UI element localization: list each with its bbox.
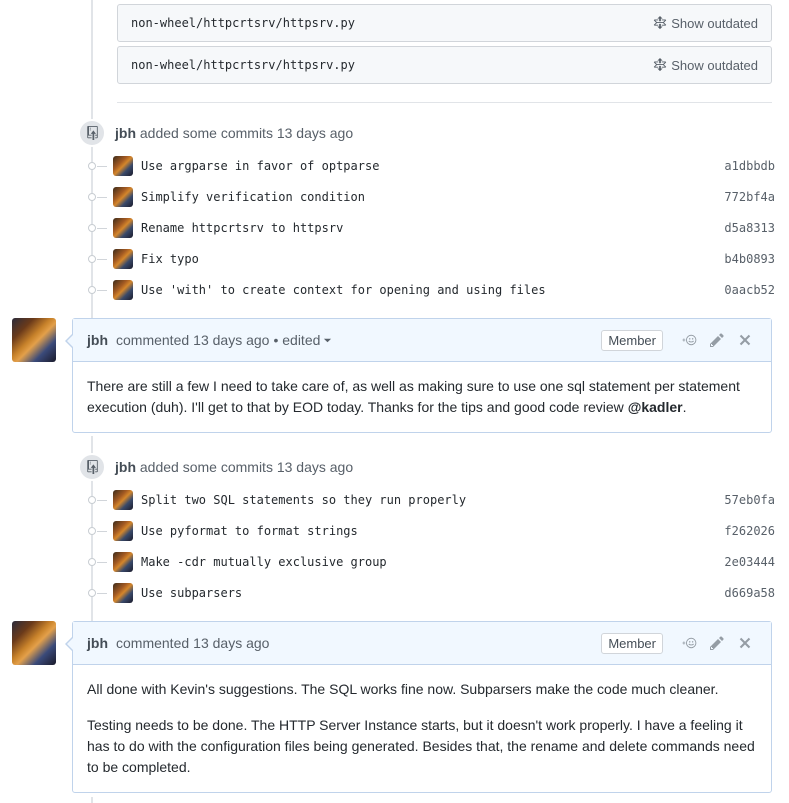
smiley-icon bbox=[682, 334, 697, 346]
commit-message[interactable]: Fix typo bbox=[141, 252, 715, 266]
avatar[interactable] bbox=[113, 583, 133, 603]
timeline-line bbox=[91, 797, 93, 803]
edit-comment-button[interactable] bbox=[705, 330, 729, 350]
show-outdated-button[interactable]: Show outdated bbox=[653, 16, 758, 31]
comment-paragraph: Testing needs to be done. The HTTP Serve… bbox=[87, 717, 755, 775]
outdated-file-header: non-wheel/httpcrtsrv/httpsrv.py Show out… bbox=[117, 46, 772, 84]
repo-push-icon bbox=[78, 119, 106, 147]
commit-message[interactable]: Use subparsers bbox=[141, 586, 715, 600]
comment-action: commented bbox=[116, 332, 190, 348]
comment-paragraph: All done with Kevin's suggestions. The S… bbox=[87, 681, 719, 697]
commit-row: Use pyformat to format strings f262026 bbox=[85, 520, 775, 542]
commit-row: Rename httpcrtsrv to httpsrv d5a8313 bbox=[85, 217, 775, 239]
avatar[interactable] bbox=[113, 490, 133, 510]
pencil-icon bbox=[710, 333, 724, 347]
edited-label: • edited bbox=[273, 332, 321, 348]
member-badge: Member bbox=[601, 632, 663, 654]
comment-author-link[interactable]: jbh bbox=[87, 332, 108, 348]
commit-author-link[interactable]: jbh bbox=[115, 125, 136, 141]
show-outdated-label: Show outdated bbox=[671, 57, 758, 73]
commit-author-link[interactable]: jbh bbox=[115, 459, 136, 475]
comment: jbh commented 13 days ago Member All don… bbox=[65, 621, 772, 793]
commit-message[interactable]: Simplify verification condition bbox=[141, 190, 715, 204]
edited-dropdown[interactable]: • edited bbox=[273, 332, 332, 348]
commit-message[interactable]: Use 'with' to create context for opening… bbox=[141, 283, 715, 297]
delete-comment-button[interactable] bbox=[733, 330, 757, 350]
commit-group-header: jbh added some commits 13 days ago bbox=[78, 453, 353, 481]
commit-group-time[interactable]: 13 days ago bbox=[277, 459, 353, 475]
smiley-icon bbox=[682, 637, 697, 649]
comment-author-link[interactable]: jbh bbox=[87, 635, 108, 651]
file-path: non-wheel/httpcrtsrv/httpsrv.py bbox=[131, 58, 355, 72]
commit-message[interactable]: Use argparse in favor of optparse bbox=[141, 159, 715, 173]
commit-row: Split two SQL statements so they run pro… bbox=[85, 489, 775, 511]
commit-row: Use argparse in favor of optparse a1dbbd… bbox=[85, 155, 775, 177]
comment-header: jbh commented 13 days ago Member bbox=[65, 622, 771, 665]
comment-time[interactable]: 13 days ago bbox=[193, 635, 269, 651]
commit-sha[interactable]: 57eb0fa bbox=[715, 493, 775, 507]
pencil-icon bbox=[710, 636, 724, 650]
avatar[interactable] bbox=[113, 187, 133, 207]
comment-body: There are still a few I need to take car… bbox=[73, 362, 771, 432]
avatar[interactable] bbox=[113, 249, 133, 269]
comment-header: jbh commented 13 days ago • edited Membe… bbox=[65, 319, 771, 362]
user-mention-link[interactable]: @kadler bbox=[628, 399, 683, 415]
add-reaction-button[interactable] bbox=[677, 633, 701, 653]
commit-group-header: jbh added some commits 13 days ago bbox=[78, 119, 353, 147]
commit-message[interactable]: Rename httpcrtsrv to httpsrv bbox=[141, 221, 715, 235]
comment-text-end: . bbox=[682, 399, 687, 415]
commit-message[interactable]: Make -cdr mutually exclusive group bbox=[141, 555, 715, 569]
commit-group-text: added some commits bbox=[139, 125, 273, 141]
outdated-file-header: non-wheel/httpcrtsrv/httpsrv.py Show out… bbox=[117, 4, 772, 42]
commit-message[interactable]: Use pyformat to format strings bbox=[141, 524, 715, 538]
avatar[interactable] bbox=[12, 621, 56, 665]
avatar[interactable] bbox=[113, 552, 133, 572]
commit-sha[interactable]: d5a8313 bbox=[715, 221, 775, 235]
avatar[interactable] bbox=[113, 521, 133, 541]
commit-group-time[interactable]: 13 days ago bbox=[277, 125, 353, 141]
commit-message[interactable]: Split two SQL statements so they run pro… bbox=[141, 493, 715, 507]
commit-group-text: added some commits bbox=[139, 459, 273, 475]
comment-time[interactable]: 13 days ago bbox=[193, 332, 269, 348]
file-path: non-wheel/httpcrtsrv/httpsrv.py bbox=[131, 16, 355, 30]
commit-row: Simplify verification condition 772bf4a bbox=[85, 186, 775, 208]
commit-sha[interactable]: b4b0893 bbox=[715, 252, 775, 266]
commit-sha[interactable]: 2e03444 bbox=[715, 555, 775, 569]
commit-row: Use subparsers d669a58 bbox=[85, 582, 775, 604]
unfold-icon bbox=[654, 16, 667, 30]
comment: jbh commented 13 days ago • edited Membe… bbox=[65, 318, 772, 433]
show-outdated-button[interactable]: Show outdated bbox=[653, 58, 758, 73]
avatar[interactable] bbox=[113, 280, 133, 300]
add-reaction-button[interactable] bbox=[677, 330, 701, 350]
x-icon bbox=[739, 637, 751, 649]
show-outdated-label: Show outdated bbox=[671, 15, 758, 31]
caret-down-icon bbox=[324, 338, 332, 342]
comment-action: commented bbox=[116, 635, 190, 651]
repo-push-icon bbox=[78, 453, 106, 481]
member-badge: Member bbox=[601, 329, 663, 351]
commit-row: Make -cdr mutually exclusive group 2e034… bbox=[85, 551, 775, 573]
x-icon bbox=[739, 334, 751, 346]
avatar[interactable] bbox=[113, 218, 133, 238]
avatar[interactable] bbox=[12, 318, 56, 362]
commit-row: Use 'with' to create context for opening… bbox=[85, 279, 775, 301]
commit-sha[interactable]: f262026 bbox=[715, 524, 775, 538]
comment-body: All done with Kevin's suggestions. The S… bbox=[73, 665, 771, 792]
avatar[interactable] bbox=[113, 156, 133, 176]
commit-sha[interactable]: 772bf4a bbox=[715, 190, 775, 204]
commit-sha[interactable]: a1dbbdb bbox=[715, 159, 775, 173]
commit-sha[interactable]: 0aacb52 bbox=[715, 283, 775, 297]
divider bbox=[117, 102, 772, 103]
commit-sha[interactable]: d669a58 bbox=[715, 586, 775, 600]
delete-comment-button[interactable] bbox=[733, 633, 757, 653]
unfold-icon bbox=[654, 58, 667, 72]
commit-row: Fix typo b4b0893 bbox=[85, 248, 775, 270]
edit-comment-button[interactable] bbox=[705, 633, 729, 653]
